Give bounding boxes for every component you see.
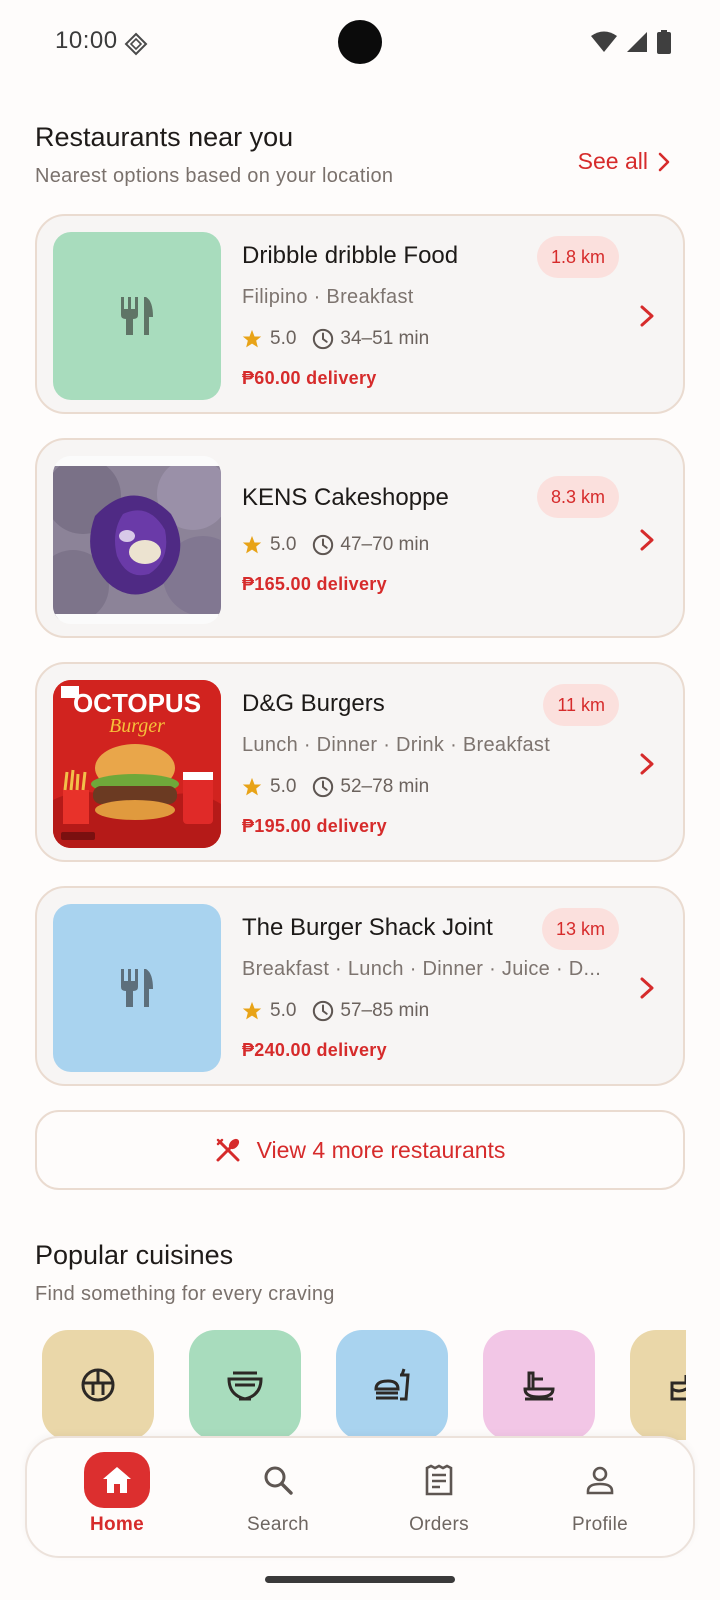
cuisine-tile[interactable] — [336, 1330, 448, 1440]
star-icon — [242, 535, 262, 554]
distance-badge: 1.8 km — [536, 236, 619, 278]
search-icon — [264, 1466, 293, 1495]
noodle-bowl-icon — [227, 1371, 263, 1401]
battery-icon — [657, 30, 671, 54]
star-icon — [242, 329, 262, 348]
home-icon — [103, 1467, 131, 1493]
view-more-label: View 4 more restaurants — [256, 1136, 506, 1163]
nav-item-home[interactable]: Home — [52, 1438, 182, 1556]
rating-value: 5.0 — [270, 1000, 297, 1021]
restaurant-name: KENS Cakeshoppe — [242, 484, 449, 511]
star-icon — [242, 1001, 262, 1020]
status-bar: 10:00 — [0, 0, 720, 86]
delivery-time: 57–85 min — [340, 1000, 430, 1021]
fork-knife-icon — [121, 297, 153, 335]
octopus-burger-photo: OCTOPUS Burger — [53, 680, 221, 848]
cuisine-carousel[interactable] — [42, 1330, 686, 1440]
data-saver-icon — [124, 32, 148, 56]
chevron-right-icon — [640, 305, 654, 327]
nav-label: Orders — [409, 1514, 469, 1535]
delivery-time: 52–78 min — [340, 776, 430, 797]
chevron-right-icon — [640, 529, 654, 551]
cuisine-tile[interactable] — [483, 1330, 595, 1440]
nav-item-search[interactable]: Search — [213, 1438, 343, 1556]
restaurant-placeholder-image — [53, 232, 221, 400]
cuisine-tile[interactable] — [189, 1330, 301, 1440]
status-icons — [590, 30, 672, 54]
restaurant-card[interactable]: OCTOPUS Burger D&G Burgers 11 km Lunch ·… — [35, 662, 685, 862]
person-icon — [586, 1466, 614, 1495]
chevron-right-icon — [640, 977, 654, 999]
restaurant-photo: OCTOPUS Burger — [53, 680, 221, 848]
fork-knife-icon — [121, 969, 153, 1007]
restaurant-meta: 5.0 47–70 min — [242, 534, 429, 556]
status-time: 10:00 — [55, 27, 118, 54]
nav-item-profile[interactable]: Profile — [535, 1438, 665, 1556]
nav-label: Profile — [572, 1514, 628, 1535]
nav-item-orders[interactable]: Orders — [374, 1438, 504, 1556]
restaurant-photo — [53, 456, 221, 624]
nav-label: Search — [246, 1514, 309, 1535]
section-title-cuisines: Popular cuisines — [35, 1240, 234, 1270]
restaurant-placeholder-image — [53, 904, 221, 1072]
restaurant-card[interactable]: KENS Cakeshoppe 8.3 km 5.0 47–70 min ₱16… — [35, 438, 685, 638]
restaurant-tags: Breakfast · Lunch · Dinner · Juice · D..… — [242, 958, 602, 980]
see-all-label: See all — [577, 148, 648, 174]
restaurant-card[interactable]: The Burger Shack Joint 13 km Breakfast ·… — [35, 886, 685, 1086]
camera-cutout — [338, 20, 382, 64]
signal-icon — [627, 32, 647, 52]
clock-icon — [313, 1000, 334, 1022]
star-icon — [242, 777, 262, 796]
rating-value: 5.0 — [270, 776, 297, 797]
rating-value: 5.0 — [270, 328, 297, 349]
section-title-nearby: Restaurants near you — [35, 122, 294, 152]
restaurant-meta: 5.0 34–51 min — [242, 328, 429, 350]
chevron-right-icon — [658, 152, 670, 171]
clock-icon — [313, 534, 334, 556]
distance-badge: 11 km — [543, 684, 619, 726]
distance-badge: 13 km — [541, 908, 619, 950]
delivery-time: 47–70 min — [340, 534, 430, 555]
clock-icon — [313, 328, 334, 350]
rating-value: 5.0 — [270, 534, 297, 555]
restaurant-tags: Filipino · Breakfast — [242, 286, 414, 308]
see-all-button[interactable]: See all — [578, 148, 670, 175]
distance-badge: 8.3 km — [536, 476, 619, 518]
utensils-crossed-icon — [216, 1138, 240, 1162]
restaurant-name: D&G Burgers — [242, 690, 385, 717]
section-subtitle-cuisines: Find something for every craving — [35, 1283, 335, 1305]
promo-title: OCTOPUS — [73, 688, 201, 718]
delivery-fee: ₱195.00 delivery — [242, 816, 387, 836]
ube-pandesal-photo — [53, 456, 221, 624]
receipt-icon — [425, 1464, 453, 1496]
restaurant-meta: 5.0 52–78 min — [242, 776, 429, 798]
restaurant-meta: 5.0 57–85 min — [242, 1000, 429, 1022]
cuisine-tile[interactable] — [630, 1330, 686, 1440]
section-subtitle-nearby: Nearest options based on your location — [35, 165, 394, 187]
delivery-time: 34–51 min — [340, 328, 430, 349]
bottom-navigation: Home Search Orders Profile — [25, 1436, 695, 1558]
restaurant-name: The Burger Shack Joint — [242, 914, 493, 941]
restaurant-card[interactable]: Dribble dribble Food 1.8 km Filipino · B… — [35, 214, 685, 414]
cuisine-tile[interactable] — [42, 1330, 154, 1440]
cake-icon — [670, 1375, 686, 1401]
nav-label: Home — [90, 1514, 144, 1535]
clock-icon — [313, 776, 334, 798]
restaurant-name: Dribble dribble Food — [242, 242, 459, 269]
delivery-fee: ₱240.00 delivery — [242, 1040, 387, 1060]
delivery-fee: ₱60.00 delivery — [242, 368, 377, 388]
fast-food-icon — [374, 1368, 410, 1401]
chevron-right-icon — [640, 753, 654, 775]
restaurant-tags: Lunch · Dinner · Drink · Breakfast — [242, 734, 551, 756]
gesture-home-indicator[interactable] — [265, 1576, 455, 1583]
rice-bowl-icon — [81, 1368, 115, 1402]
delivery-fee: ₱165.00 delivery — [242, 574, 387, 594]
wifi-icon — [591, 31, 617, 52]
view-more-restaurants-button[interactable]: View 4 more restaurants — [35, 1110, 685, 1190]
promo-subtitle: Burger — [109, 715, 165, 737]
ramen-icon — [523, 1371, 555, 1401]
